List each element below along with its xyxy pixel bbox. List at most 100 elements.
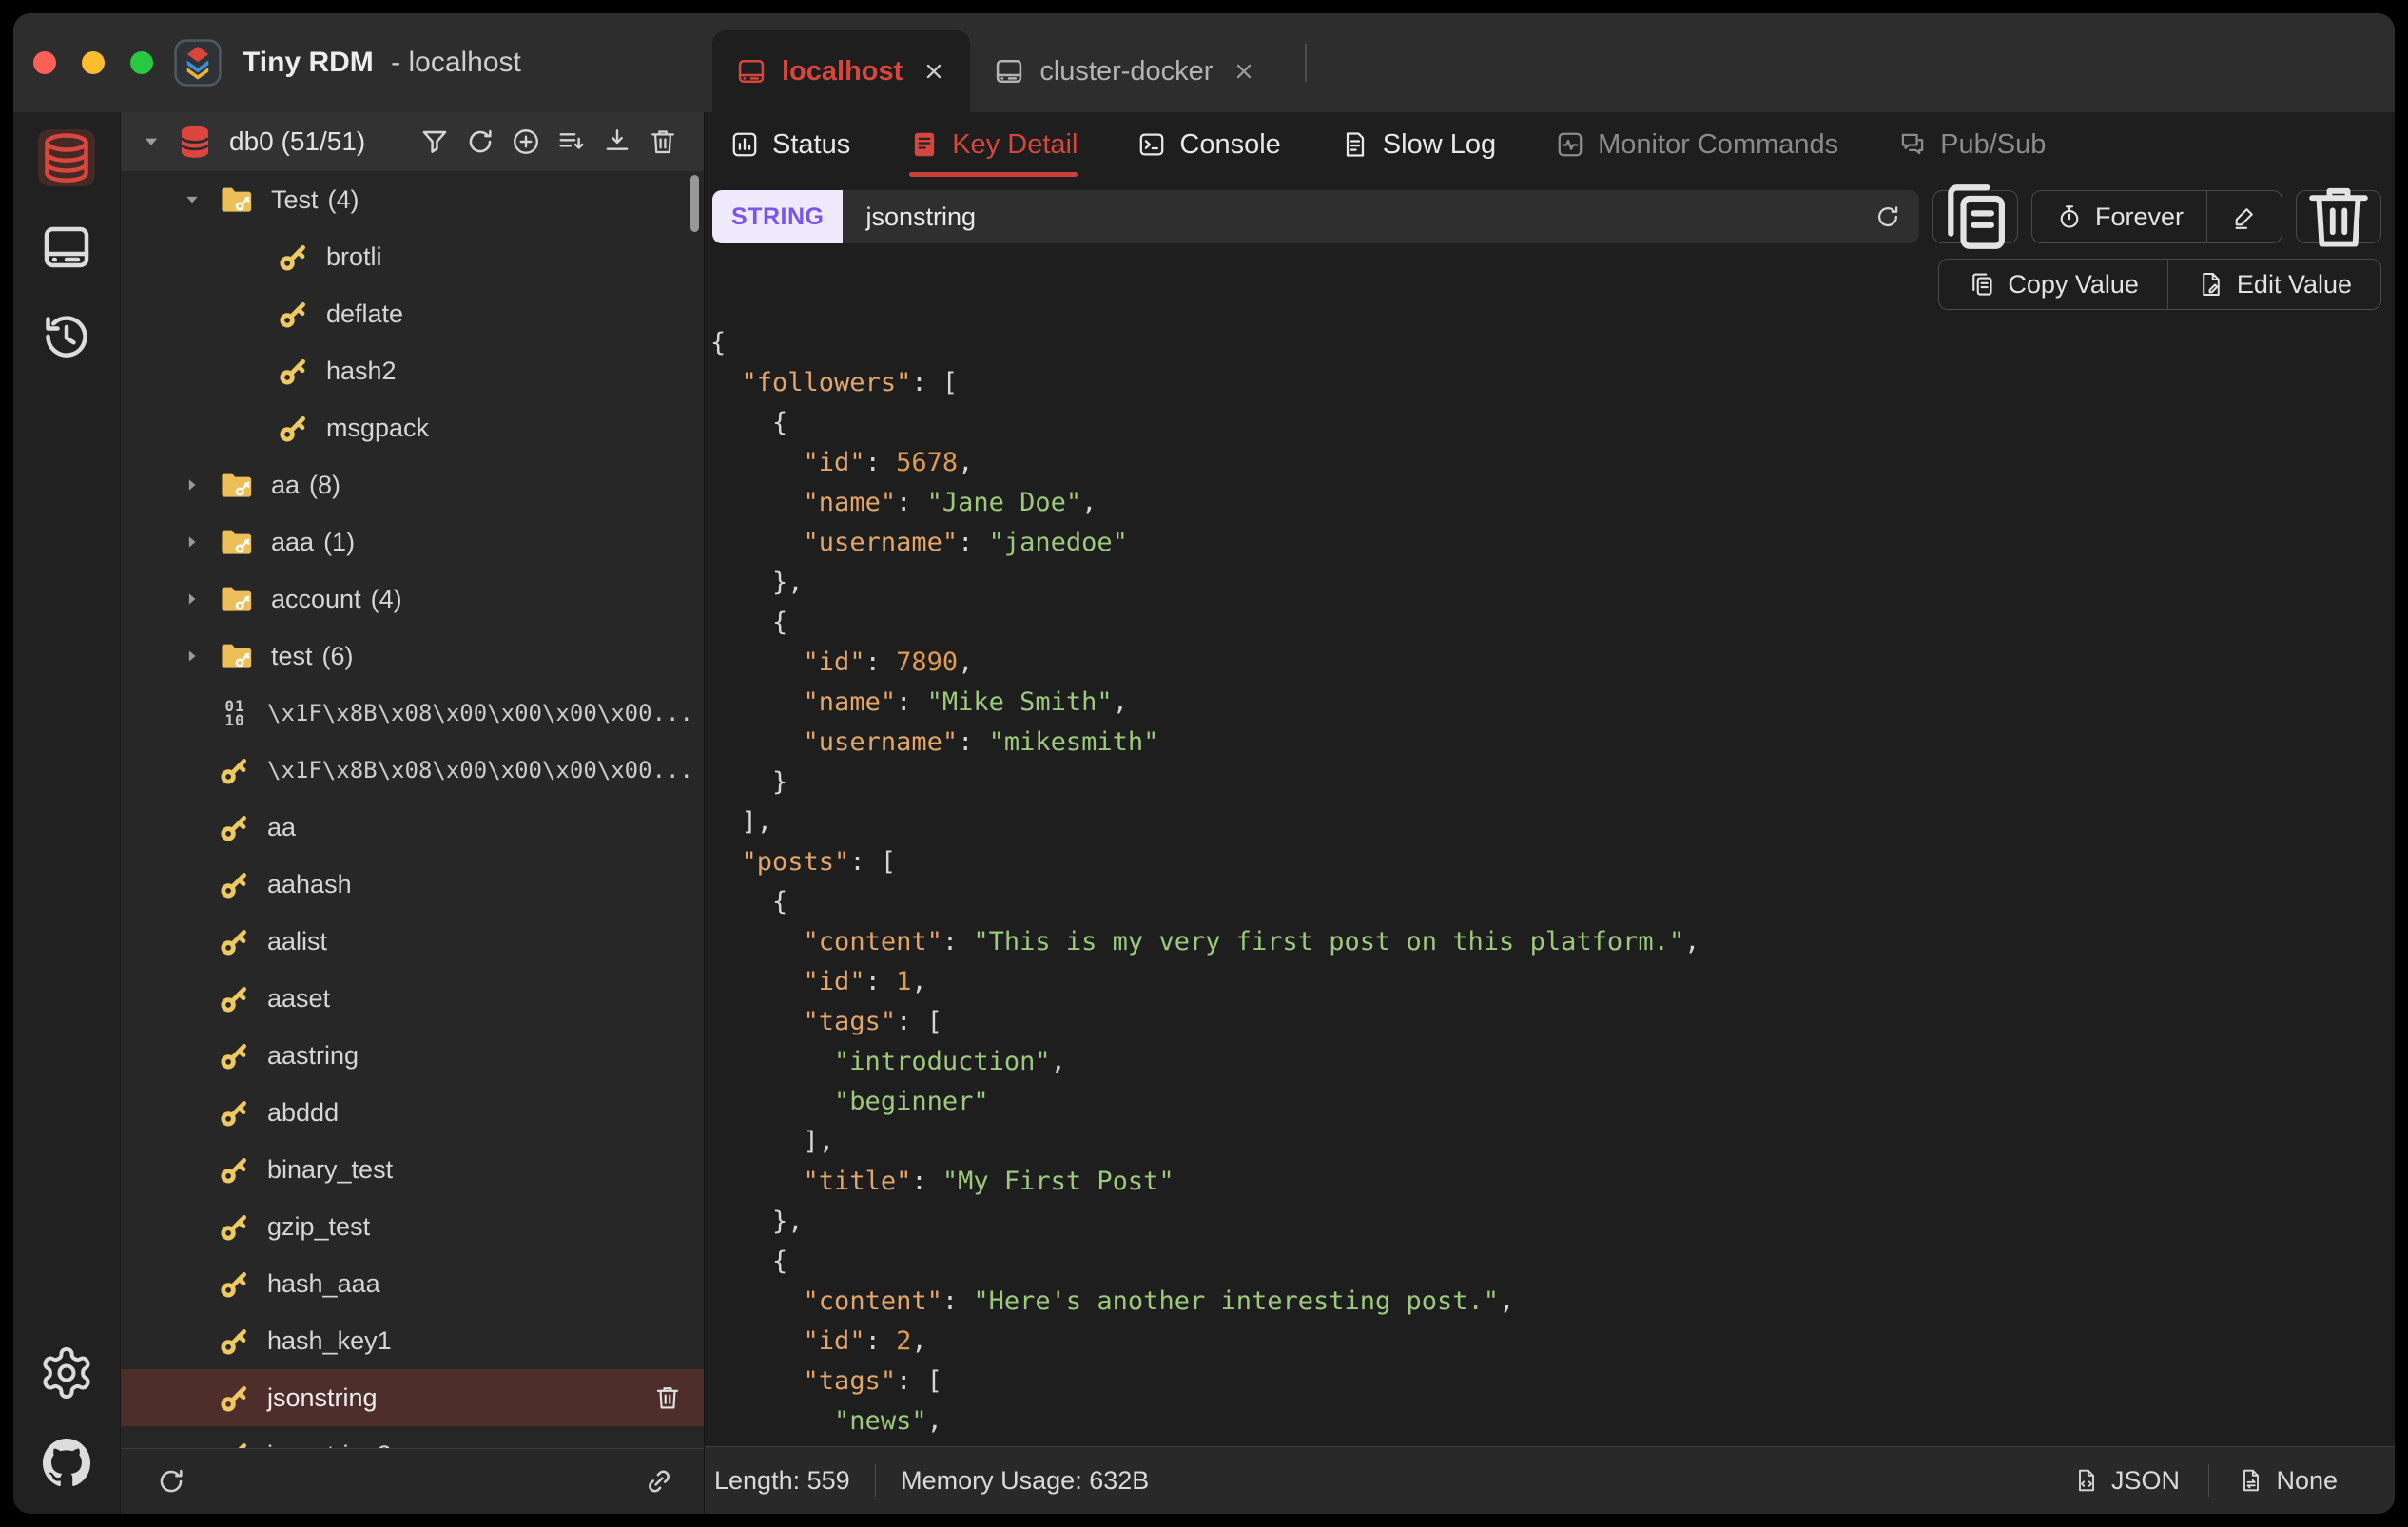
- nav-rail-top: [38, 129, 95, 365]
- tab-label: Console: [1179, 128, 1281, 160]
- sidebar-scrollbar-thumb[interactable]: [690, 175, 699, 232]
- json-line: "introduction",: [834, 1047, 1066, 1076]
- tab-slow-log[interactable]: Slow Log: [1340, 112, 1496, 177]
- tab-monitor-commands[interactable]: Monitor Commands: [1555, 112, 1838, 177]
- rail-github-button[interactable]: [38, 1434, 95, 1491]
- caret-right-icon[interactable]: [182, 532, 203, 552]
- caret-right-icon[interactable]: [182, 646, 203, 667]
- json-line: ],: [710, 807, 773, 837]
- tree-folder-test[interactable]: test (6): [121, 628, 704, 685]
- tab-status[interactable]: Status: [729, 112, 850, 177]
- tree-item-label: msgpack: [326, 413, 430, 442]
- key-name-value: jsonstring: [865, 202, 977, 231]
- connection-tab-localhost[interactable]: localhost: [712, 30, 971, 112]
- tree-key-jsonstring[interactable]: jsonstring: [121, 1369, 704, 1426]
- edit-value-button[interactable]: Edit Value: [2166, 260, 2380, 309]
- tree-key-brotli[interactable]: brotli: [121, 228, 704, 285]
- refresh-icon[interactable]: [464, 126, 496, 158]
- value-viewer[interactable]: { "followers": [ { "id": 5678, "name": "…: [705, 310, 2395, 1446]
- view-format-select[interactable]: JSON: [2073, 1466, 2180, 1496]
- tab-pub-sub[interactable]: Pub/Sub: [1897, 112, 2046, 177]
- tree-key-x1f-x8b-x08-x00-x00-x00-x00[interactable]: 01 10 \x1F\x8B\x08\x00\x00\x00\x00...: [121, 685, 704, 742]
- zoom-window-button[interactable]: [130, 51, 153, 74]
- load-all-icon[interactable]: [555, 126, 588, 158]
- caret-right-icon[interactable]: [182, 474, 203, 495]
- tree-folder-aaa[interactable]: aaa (1): [121, 513, 704, 570]
- close-tab-icon[interactable]: [921, 58, 947, 85]
- key-icon: [218, 1038, 252, 1073]
- tree-key-jsonstring2[interactable]: jsonstring2: [121, 1426, 704, 1448]
- tree-key-binary-test[interactable]: binary_test: [121, 1141, 704, 1198]
- json-line: "content": "This is my very first post o…: [803, 927, 1700, 957]
- tree-key-gzip-test[interactable]: gzip_test: [121, 1198, 704, 1255]
- add-key-icon[interactable]: [510, 126, 542, 158]
- database-label: db0 (51/51): [229, 126, 366, 156]
- tree-key-msgpack[interactable]: msgpack: [121, 399, 704, 456]
- tree-key-aalist[interactable]: aalist: [121, 913, 704, 970]
- edit-value-icon: [2197, 270, 2225, 299]
- sidebar: db0 (51/51) Test (4) brotli deflate hash2 msg…: [121, 112, 705, 1514]
- window-title: Tiny RDM - localhost: [243, 47, 521, 79]
- copy-key-name-button[interactable]: [1932, 184, 2018, 249]
- json-line: "username": "mikesmith": [803, 727, 1159, 757]
- tree-key-aaset[interactable]: aaset: [121, 970, 704, 1027]
- rail-history-button[interactable]: [38, 308, 95, 365]
- caret-right-icon[interactable]: [182, 589, 203, 609]
- tab-label: Status: [772, 128, 851, 160]
- tree-item-label: aahash: [267, 869, 352, 899]
- server-icon: [735, 55, 767, 87]
- key-icon: [277, 240, 311, 274]
- reload-key-icon[interactable]: [1874, 203, 1902, 231]
- ttl-button[interactable]: Forever: [2032, 191, 2206, 242]
- flush-db-icon[interactable]: [647, 126, 679, 158]
- import-icon[interactable]: [601, 126, 633, 158]
- tab-console[interactable]: Console: [1136, 112, 1281, 177]
- tree-key-abddd[interactable]: abddd: [121, 1084, 704, 1141]
- tab-key-detail[interactable]: Key Detail: [909, 112, 1078, 177]
- tree-key-aastring[interactable]: aastring: [121, 1027, 704, 1084]
- rail-server-button[interactable]: [38, 219, 95, 276]
- decode-icon: [2238, 1467, 2264, 1494]
- tree-key-aa[interactable]: aa: [121, 799, 704, 856]
- copy-value-button[interactable]: Copy Value: [1939, 260, 2167, 309]
- tree-item-count: (4): [327, 184, 359, 214]
- tree-key-hash-key1[interactable]: hash_key1: [121, 1312, 704, 1369]
- json-line: "id": 2,: [803, 1326, 927, 1356]
- close-window-button[interactable]: [33, 51, 56, 74]
- bind-connection-icon[interactable]: [643, 1465, 675, 1498]
- app-name: Tiny RDM: [243, 47, 374, 78]
- app-logo-icon: [174, 39, 222, 87]
- caret-down-icon[interactable]: [182, 189, 203, 210]
- sidebar-footer: [121, 1448, 704, 1514]
- close-tab-icon[interactable]: [1231, 58, 1257, 85]
- connection-tab-cluster-docker[interactable]: cluster-docker: [970, 30, 1280, 112]
- folder-key-icon: [218, 581, 254, 617]
- json-line: {: [710, 408, 788, 437]
- tree-key-hash2[interactable]: hash2: [121, 342, 704, 399]
- rail-settings-button[interactable]: [38, 1344, 95, 1401]
- rail-browser-button[interactable]: [38, 129, 95, 186]
- decode-select[interactable]: None: [2238, 1466, 2338, 1496]
- key-name-input[interactable]: STRING jsonstring: [712, 190, 1919, 243]
- tree-key-x1f-x8b-x08-x00-x00-x00-x00[interactable]: \x1F\x8B\x08\x00\x00\x00\x00...: [121, 742, 704, 799]
- minimize-window-button[interactable]: [82, 51, 105, 74]
- tree-key-hash-aaa[interactable]: hash_aaa: [121, 1255, 704, 1312]
- database-header-row[interactable]: db0 (51/51): [121, 112, 704, 171]
- collapse-db-icon[interactable]: [140, 130, 163, 153]
- json-line: {: [710, 328, 727, 358]
- delete-key-button[interactable]: [2296, 187, 2381, 247]
- filter-icon[interactable]: [418, 126, 451, 158]
- delete-key-icon[interactable]: [652, 1382, 683, 1413]
- stopwatch-icon: [2055, 203, 2084, 231]
- database-icon: [176, 123, 214, 161]
- rename-key-button[interactable]: [2206, 191, 2282, 242]
- value-actions-group: Copy Value Edit Value: [1938, 259, 2381, 310]
- tree-key-deflate[interactable]: deflate: [121, 285, 704, 342]
- tree-folder-account[interactable]: account (4): [121, 570, 704, 628]
- key-icon: [218, 1381, 252, 1415]
- tree-key-aahash[interactable]: aahash: [121, 856, 704, 913]
- tree-folder-aa[interactable]: aa (8): [121, 456, 704, 513]
- tree-item-label: aa: [271, 470, 301, 499]
- refresh-icon[interactable]: [155, 1465, 187, 1498]
- tree-folder-test[interactable]: Test (4): [121, 171, 704, 228]
